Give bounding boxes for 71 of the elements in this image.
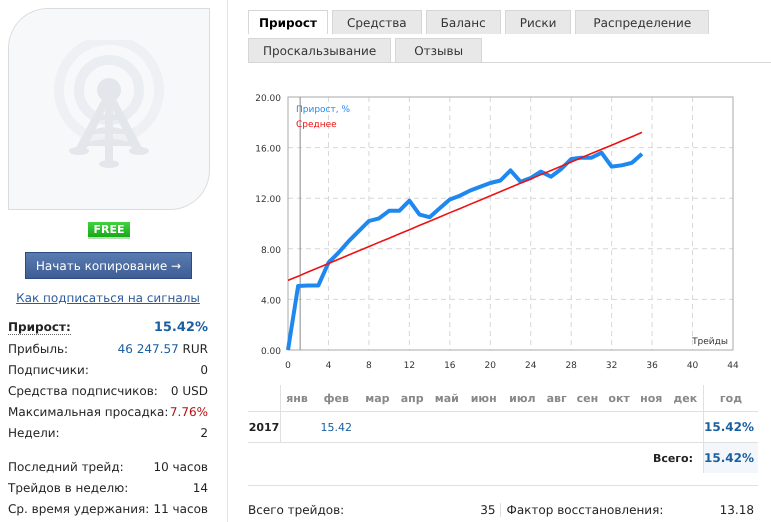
tab[interactable]: Средства	[332, 10, 422, 34]
stat-value: 10 часов	[153, 460, 208, 474]
stat-value: 35	[480, 503, 496, 517]
x-tick-label: 28	[565, 361, 577, 370]
legend-label: Прирост, %	[296, 105, 350, 115]
stat-value: 7.76%	[170, 404, 208, 418]
x-tick-label: 20	[484, 361, 496, 370]
column-header: ноя	[634, 385, 668, 412]
x-tick-label: 0	[285, 361, 291, 370]
stat-label: Прибыль:	[8, 342, 68, 356]
legend-label: Среднее	[296, 120, 337, 130]
x-tick-label: 36	[646, 361, 658, 370]
column-header: авг	[542, 385, 572, 412]
tab[interactable]: Прирост	[248, 10, 328, 34]
column-header: май	[429, 385, 465, 412]
y-tick-label: 8.00	[260, 246, 281, 256]
stat-value: 0	[200, 362, 208, 376]
help-link[interactable]: Как подписаться на сигналы	[16, 291, 200, 305]
x-axis-label: Трейды	[692, 337, 728, 347]
column-header: год	[704, 385, 758, 412]
stat-label: Последний трейд:	[8, 460, 124, 474]
stat-label: Всего трейдов:	[248, 503, 344, 517]
stat-label: Фактор восстановления:	[506, 503, 664, 517]
stat-label: Средства подписчиков:	[8, 384, 158, 398]
tab[interactable]: Проскальзывание	[248, 38, 392, 62]
column-header: фев	[313, 385, 360, 412]
y-tick-label: 0.00	[260, 347, 281, 357]
stat-value: 2	[200, 426, 208, 440]
stat-value: 13.18	[720, 503, 754, 517]
column-header: июн	[464, 385, 503, 412]
stat-label: Максимальная просадка:	[8, 404, 168, 418]
column-header: июл	[502, 385, 542, 412]
tab[interactable]: Баланс	[426, 10, 501, 34]
y-tick-label: 20.00	[255, 94, 281, 104]
total-label: Всего:	[652, 452, 694, 464]
stat-value: 11 часов	[153, 502, 208, 516]
x-tick-label: 16	[444, 361, 456, 370]
x-tick-label: 32	[606, 361, 618, 370]
stat-value: 15.42%	[154, 320, 208, 335]
column-header: мар	[360, 385, 396, 412]
stat-label: Недели:	[8, 426, 60, 440]
y-tick-label: 4.00	[260, 296, 281, 306]
table-cell: 15.42%	[704, 451, 754, 465]
stat-label: Прирост:	[8, 320, 71, 335]
tab[interactable]: Распределение	[575, 10, 710, 34]
x-tick-label: 4	[326, 361, 332, 370]
tab[interactable]: Отзывы	[395, 38, 482, 62]
stat-value: 46 247.57 RUR	[118, 342, 208, 356]
table-cell: 15.42%	[704, 420, 754, 434]
stat-label: Трейдов в неделю:	[8, 480, 128, 494]
column-header: янв	[280, 385, 314, 412]
y-tick-label: 16.00	[255, 144, 281, 155]
column-header: сен	[572, 385, 604, 412]
x-tick-label: 40	[686, 361, 698, 370]
stat-value: 14	[192, 480, 208, 494]
x-tick-label: 24	[525, 361, 536, 370]
table-cell: 15.42	[320, 420, 352, 434]
x-tick-label: 12	[404, 361, 416, 370]
column-header: апр	[395, 385, 430, 412]
stat-label: Ср. время удержания:	[8, 502, 150, 516]
stat-label: Подписчики:	[8, 362, 89, 376]
column-header: окт	[603, 385, 635, 412]
x-tick-label: 44	[727, 361, 739, 370]
column-header: дек	[668, 385, 704, 412]
free-badge: FREE	[88, 222, 130, 239]
year-cell: 2017	[248, 412, 280, 442]
y-tick-label: 12.00	[255, 195, 281, 206]
tab[interactable]: Риски	[504, 10, 572, 34]
start-copy-button[interactable]: Начать копирование →	[25, 252, 192, 279]
stat-value: 0 USD	[170, 384, 208, 398]
x-tick-label: 8	[366, 361, 372, 370]
